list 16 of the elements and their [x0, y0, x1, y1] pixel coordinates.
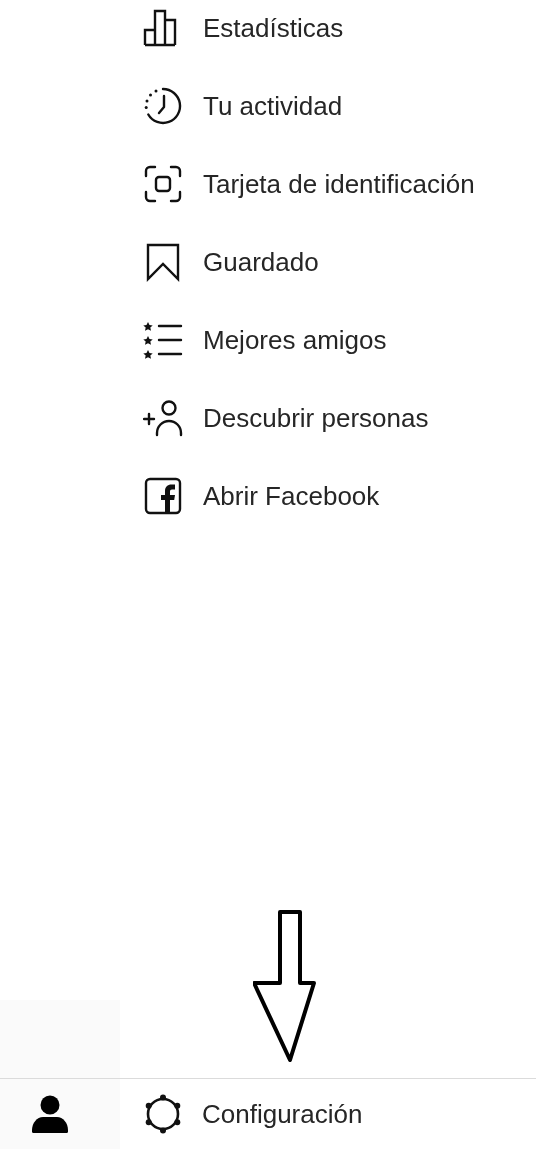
profile-tab[interactable] [0, 1079, 120, 1149]
menu-item[interactable]: Estadísticas [143, 0, 536, 67]
menu-item[interactable]: Guardado [143, 223, 536, 301]
menu-item[interactable]: Mejores amigos [143, 301, 536, 379]
clock-icon [143, 86, 183, 126]
person-icon [32, 1095, 68, 1133]
settings-icon [143, 1094, 183, 1134]
menu-item[interactable]: Tu actividad [143, 67, 536, 145]
star-list-icon [143, 320, 183, 360]
facebook-icon [143, 476, 183, 516]
settings-button[interactable]: Configuración [120, 1079, 363, 1149]
menu-item[interactable]: Tarjeta de identificación [143, 145, 536, 223]
add-person-icon [143, 398, 183, 438]
menu-item[interactable]: Descubrir personas [143, 379, 536, 457]
menu-item[interactable]: Abrir Facebook [143, 457, 536, 535]
scan-frame-icon [143, 164, 183, 204]
